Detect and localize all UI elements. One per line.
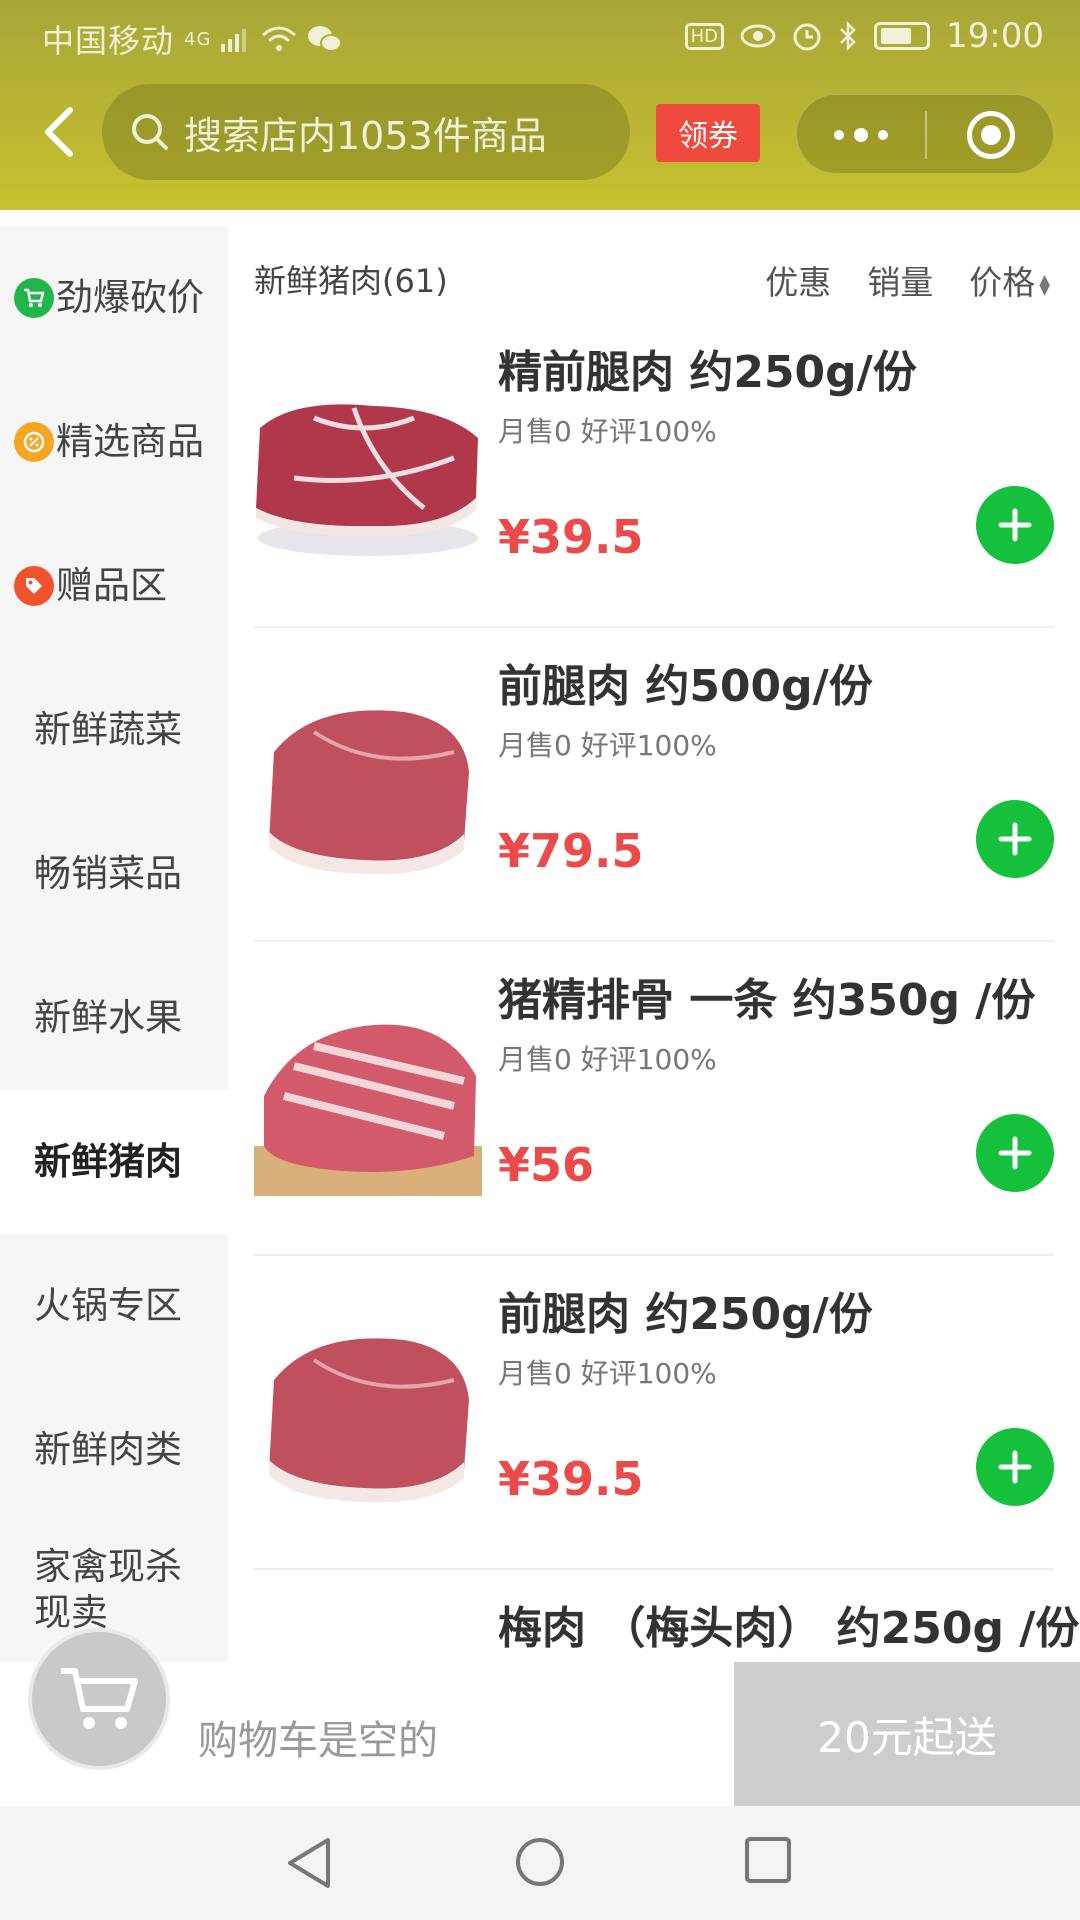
product-name: 精前腿肉 约250g/份: [498, 347, 917, 398]
product-meta: 月售0 好评100%: [498, 729, 717, 762]
sidebar-item-label: 精选商品: [56, 420, 204, 463]
network-label: 4G: [184, 28, 212, 50]
dot-icon: [854, 128, 868, 142]
more-menu-button[interactable]: [797, 95, 925, 175]
product-name: 梅肉 （梅头肉） 约250g /份: [498, 1603, 1080, 1654]
cart-badge-icon: [14, 278, 54, 318]
sort-arrows-icon: ▲ ▼: [1039, 271, 1050, 298]
product-price: ¥39.5: [498, 510, 644, 564]
header: 中国移动 4G HD 19:00 搜索店内1053件商品 领券: [0, 0, 1080, 210]
nav-home-icon[interactable]: [514, 1836, 566, 1888]
sort-bar: 优惠 销量 价格 ▲ ▼: [765, 256, 1050, 304]
product-name: 猪精排骨 一条 约350g /份: [498, 975, 1036, 1026]
sidebar-item-label: 畅销菜品: [34, 852, 182, 895]
plus-icon: [998, 508, 1032, 542]
min-order-button[interactable]: 20元起送: [734, 1662, 1080, 1806]
plus-icon: [998, 822, 1032, 856]
product-card[interactable]: 猪精排骨 一条 约350g /份 月售0 好评100% ¥56: [254, 942, 1054, 1256]
plus-icon: [998, 1450, 1032, 1484]
sidebar-item-bargain[interactable]: 劲爆砍价: [0, 226, 228, 370]
product-price: ¥79.5: [498, 824, 644, 878]
sidebar-item-bestsellers[interactable]: 畅销菜品: [0, 802, 228, 946]
sidebar-item-label: 劲爆砍价: [56, 276, 204, 319]
eye-icon: [740, 24, 776, 48]
nav-back-icon[interactable]: [284, 1836, 334, 1890]
add-to-cart-button[interactable]: [976, 1428, 1054, 1506]
search-icon: [132, 114, 168, 150]
pork-leg-image: [256, 404, 478, 556]
sidebar-item-hotpot[interactable]: 火锅专区: [0, 1234, 228, 1378]
sidebar-item-label: 新鲜猪肉: [34, 1140, 182, 1183]
product-price: ¥56: [498, 1138, 595, 1192]
product-name: 前腿肉 约500g/份: [498, 661, 873, 712]
system-navigation-bar: [0, 1806, 1080, 1920]
product-meta: 月售0 好评100%: [498, 1357, 717, 1390]
nav-recents-icon[interactable]: [744, 1836, 792, 1884]
dot-icon: [834, 130, 844, 140]
search-placeholder: 搜索店内1053件商品: [184, 113, 547, 158]
back-arrow-icon[interactable]: [36, 102, 80, 162]
sidebar-item-selected[interactable]: 精选商品: [0, 370, 228, 514]
sidebar-item-label: 赠品区: [56, 564, 167, 607]
search-input[interactable]: 搜索店内1053件商品: [102, 84, 630, 180]
cart-bar: 购物车是空的 20元起送: [0, 1628, 1080, 1806]
product-name: 前腿肉 约250g/份: [498, 1289, 873, 1340]
category-title: 新鲜猪肉(61): [254, 262, 448, 300]
category-sidebar: 劲爆砍价 精选商品 赠品区 新鲜蔬菜 畅销菜品 新鲜水果 新鲜猪肉 火锅专区 新…: [0, 226, 228, 1662]
add-to-cart-button[interactable]: [976, 1114, 1054, 1192]
plus-icon: [998, 1136, 1032, 1170]
sort-price[interactable]: 价格 ▲ ▼: [969, 256, 1050, 304]
coupon-button[interactable]: 领券: [656, 104, 760, 162]
product-card[interactable]: 精前腿肉 约250g/份 月售0 好评100% ¥39.5: [254, 314, 1054, 628]
sidebar-item-label: 新鲜水果: [34, 996, 182, 1039]
carrier-label: 中国移动: [42, 22, 175, 60]
product-card[interactable]: 梅肉 （梅头肉） 约250g /份: [254, 1570, 1079, 1662]
cart-empty-text: 购物车是空的: [198, 1718, 438, 1764]
sidebar-item-label: 新鲜肉类: [34, 1428, 182, 1471]
sort-price-label: 价格: [969, 263, 1036, 302]
sidebar-item-label: 家禽现杀现卖: [34, 1545, 182, 1634]
add-to-cart-button[interactable]: [976, 486, 1054, 564]
pork-leg-image: [269, 710, 469, 875]
status-bar: 中国移动 4G HD 19:00: [0, 0, 1080, 75]
hd-icon: HD: [684, 22, 725, 50]
dot-icon: [878, 130, 888, 140]
tag-badge-icon: [14, 566, 54, 606]
sidebar-item-meat[interactable]: 新鲜肉类: [0, 1378, 228, 1522]
wifi-icon: [262, 26, 297, 51]
sidebar-item-vegetables[interactable]: 新鲜蔬菜: [0, 658, 228, 802]
sidebar-item-gifts[interactable]: 赠品区: [0, 514, 228, 658]
sidebar-item-fruits[interactable]: 新鲜水果: [0, 946, 228, 1090]
miniprogram-capsule: [796, 94, 1054, 174]
sidebar-item-pork[interactable]: 新鲜猪肉: [0, 1090, 228, 1234]
sidebar-item-label: 火锅专区: [34, 1284, 182, 1327]
pork-ribs-image: [254, 1024, 482, 1196]
sort-sales[interactable]: 销量: [867, 256, 933, 304]
close-miniprogram-icon[interactable]: [967, 111, 1015, 159]
add-to-cart-button[interactable]: [976, 800, 1054, 878]
bluetooth-icon: [840, 21, 856, 51]
shopping-cart-icon: [61, 1668, 138, 1729]
product-price: ¥39.5: [498, 1452, 644, 1506]
product-card[interactable]: 前腿肉 约500g/份 月售0 好评100% ¥79.5: [254, 628, 1054, 942]
product-list-panel: 新鲜猪肉(61) 优惠 销量 价格 ▲ ▼ 精前腿肉 约250g/份 月售0 好评1…: [228, 226, 1080, 1662]
sidebar-item-label: 新鲜蔬菜: [34, 708, 182, 751]
battery-icon: [874, 22, 931, 50]
product-card[interactable]: 前腿肉 约250g/份 月售0 好评100% ¥39.5: [254, 1256, 1054, 1570]
clock-label: 19:00: [946, 16, 1044, 56]
pork-leg-image: [269, 1338, 469, 1503]
sort-discount[interactable]: 优惠: [765, 256, 831, 304]
discount-badge-icon: [14, 422, 54, 462]
capsule-divider: [925, 111, 927, 159]
cart-button[interactable]: [28, 1628, 170, 1770]
wechat-icon: [308, 26, 343, 52]
product-meta: 月售0 好评100%: [498, 415, 717, 448]
product-meta: 月售0 好评100%: [498, 1043, 717, 1076]
signal-icon: [221, 29, 247, 52]
alarm-icon: [793, 23, 821, 51]
